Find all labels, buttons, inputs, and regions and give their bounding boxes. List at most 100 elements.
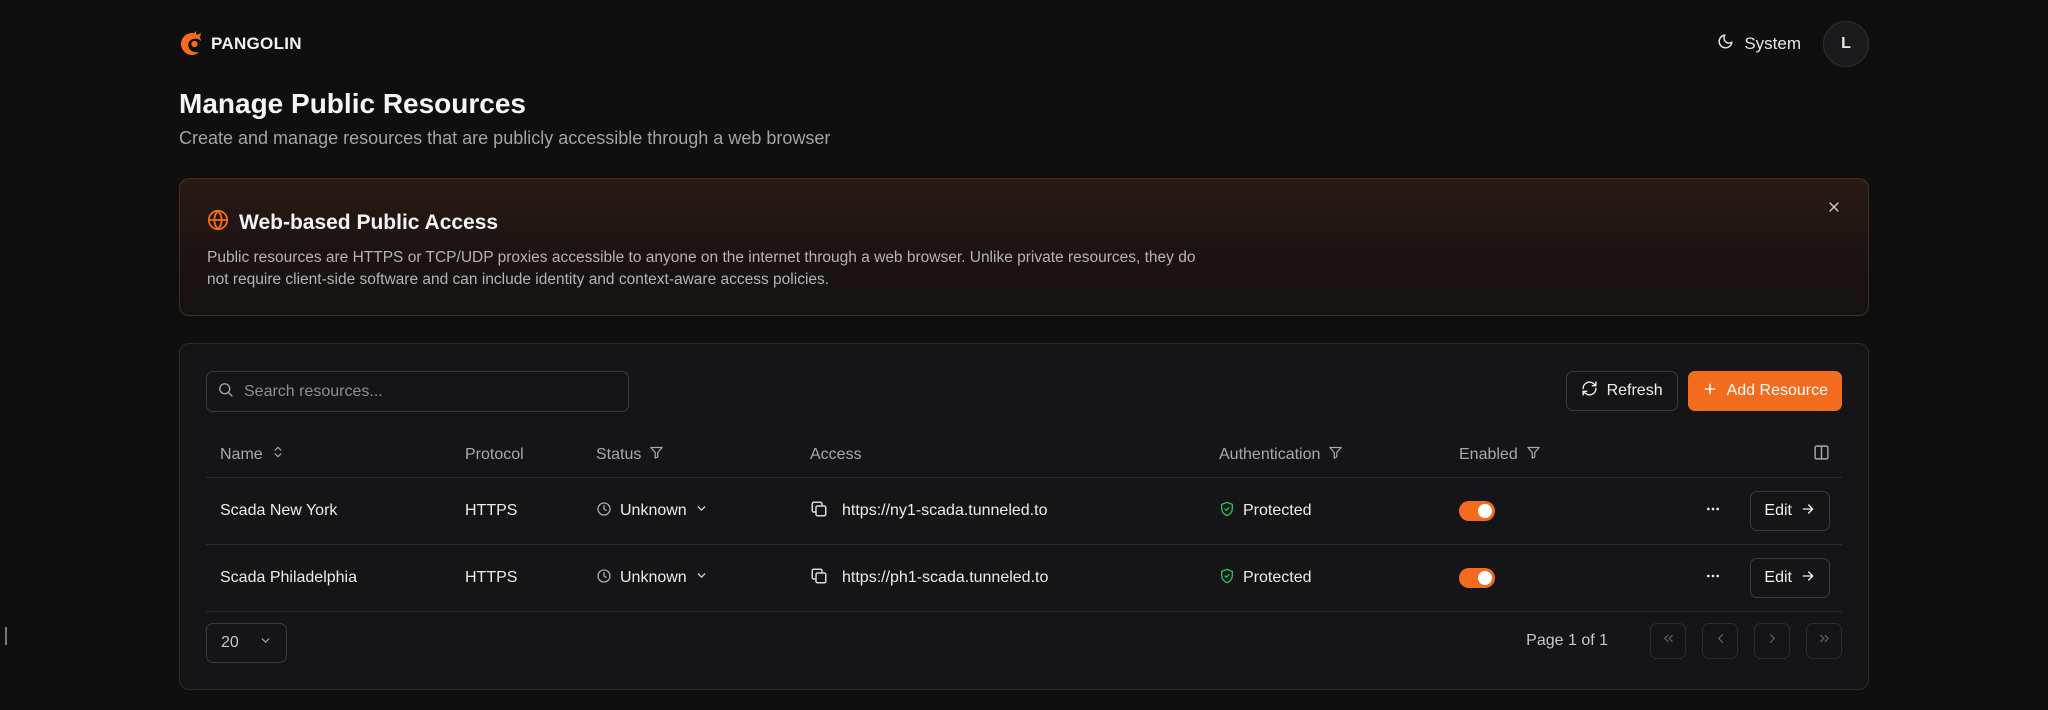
info-banner: Web-based Public Access Public resources… bbox=[179, 178, 1869, 316]
table-row[interactable]: Scada Philadelphia HTTPS Unknown https:/ bbox=[206, 545, 1842, 612]
column-header-name[interactable]: Name bbox=[220, 445, 285, 464]
chevron-down-icon bbox=[695, 502, 708, 520]
edit-label: Edit bbox=[1764, 502, 1792, 519]
filter-icon[interactable] bbox=[1328, 445, 1343, 465]
brand-logo[interactable]: PANGOLIN bbox=[179, 31, 302, 57]
column-label: Access bbox=[810, 445, 862, 463]
page-indicator: Page 1 of 1 bbox=[1526, 632, 1608, 649]
add-resource-label: Add Resource bbox=[1726, 382, 1828, 399]
edit-label: Edit bbox=[1764, 569, 1792, 586]
ellipsis-icon bbox=[1705, 501, 1721, 522]
table-toolbar: Refresh Add Resource bbox=[1565, 371, 1842, 411]
column-label: Protocol bbox=[465, 445, 524, 463]
refresh-button[interactable]: Refresh bbox=[1565, 371, 1678, 411]
column-visibility-button[interactable] bbox=[1813, 444, 1830, 466]
moon-icon bbox=[1717, 33, 1734, 55]
text-cursor bbox=[5, 627, 7, 645]
previous-page-button[interactable] bbox=[1702, 623, 1738, 659]
ellipsis-icon bbox=[1705, 568, 1721, 589]
chevron-down-icon bbox=[695, 569, 708, 587]
chevron-left-icon bbox=[1713, 631, 1728, 651]
pangolin-logo-icon bbox=[179, 31, 205, 57]
page-title: Manage Public Resources bbox=[179, 88, 527, 119]
column-label: Status bbox=[596, 445, 642, 463]
copy-icon[interactable] bbox=[810, 567, 828, 590]
first-page-button[interactable] bbox=[1650, 623, 1686, 659]
status-dropdown[interactable]: Unknown bbox=[596, 568, 708, 589]
more-actions-button[interactable] bbox=[1698, 563, 1728, 593]
add-resource-button[interactable]: Add Resource bbox=[1687, 371, 1842, 411]
search-input[interactable] bbox=[244, 382, 624, 401]
shield-check-icon bbox=[1219, 501, 1235, 522]
banner-text: Public resources are HTTPS or TCP/UDP pr… bbox=[207, 249, 1196, 288]
arrow-right-icon bbox=[1800, 568, 1816, 589]
page-subtitle: Create and manage resources that are pub… bbox=[179, 128, 831, 148]
resource-protocol: HTTPS bbox=[465, 502, 518, 519]
last-page-button[interactable] bbox=[1806, 623, 1842, 659]
shield-check-icon bbox=[1219, 568, 1235, 589]
resources-table: Name Protocol Status Access Authenticati… bbox=[206, 432, 1842, 612]
column-header-protocol: Protocol bbox=[465, 446, 524, 464]
sort-icon bbox=[271, 445, 285, 464]
access-cell: https://ny1-scada.tunneled.to bbox=[810, 500, 1047, 523]
toggle-switch[interactable] bbox=[1459, 501, 1495, 521]
chevron-right-icon bbox=[1765, 631, 1780, 651]
auth-label: Protected bbox=[1243, 569, 1312, 586]
chevron-down-icon bbox=[259, 634, 272, 652]
plus-icon bbox=[1702, 381, 1718, 402]
edit-button[interactable]: Edit bbox=[1750, 491, 1830, 531]
resource-protocol: HTTPS bbox=[465, 569, 518, 586]
access-url[interactable]: https://ny1-scada.tunneled.to bbox=[842, 502, 1047, 520]
page-size-select[interactable]: 20 bbox=[206, 623, 287, 663]
banner-close-button[interactable] bbox=[1822, 197, 1846, 221]
resources-card: Refresh Add Resource Name Protocol bbox=[179, 343, 1869, 690]
user-avatar[interactable]: L bbox=[1823, 21, 1869, 67]
banner-header: Web-based Public Access bbox=[207, 209, 498, 236]
top-bar: PANGOLIN System L bbox=[179, 20, 1869, 68]
refresh-icon bbox=[1581, 380, 1598, 402]
page: PANGOLIN System L Manage Public Resource… bbox=[0, 0, 2048, 710]
search-icon bbox=[217, 381, 234, 403]
edit-button[interactable]: Edit bbox=[1750, 558, 1830, 598]
resource-name: Scada Philadelphia bbox=[220, 569, 357, 586]
copy-icon[interactable] bbox=[810, 500, 828, 523]
column-header-authentication[interactable]: Authentication bbox=[1219, 445, 1343, 465]
column-header-status[interactable]: Status bbox=[596, 445, 664, 465]
auth-cell: Protected bbox=[1219, 568, 1311, 589]
chevrons-right-icon bbox=[1817, 631, 1832, 651]
status-dropdown[interactable]: Unknown bbox=[596, 501, 708, 522]
access-cell: https://ph1-scada.tunneled.to bbox=[810, 567, 1048, 590]
brand-name: PANGOLIN bbox=[211, 34, 302, 53]
access-url[interactable]: https://ph1-scada.tunneled.to bbox=[842, 569, 1048, 587]
column-label: Name bbox=[220, 445, 263, 463]
auth-label: Protected bbox=[1243, 502, 1312, 519]
globe-icon bbox=[207, 209, 229, 236]
clock-icon bbox=[596, 568, 612, 589]
more-actions-button[interactable] bbox=[1698, 496, 1728, 526]
table-header-row: Name Protocol Status Access Authenticati… bbox=[206, 432, 1842, 478]
theme-label: System bbox=[1744, 34, 1801, 53]
filter-icon[interactable] bbox=[649, 445, 664, 465]
chevrons-left-icon bbox=[1661, 631, 1676, 651]
close-icon bbox=[1826, 199, 1842, 220]
column-header-enabled[interactable]: Enabled bbox=[1459, 445, 1541, 465]
clock-icon bbox=[596, 501, 612, 522]
status-label: Unknown bbox=[620, 569, 687, 586]
column-label: Enabled bbox=[1459, 445, 1518, 463]
status-label: Unknown bbox=[620, 502, 687, 519]
arrow-right-icon bbox=[1800, 501, 1816, 522]
enabled-toggle[interactable] bbox=[1459, 568, 1495, 588]
theme-toggle[interactable]: System bbox=[1717, 33, 1801, 55]
columns-icon bbox=[1813, 444, 1830, 466]
enabled-toggle[interactable] bbox=[1459, 501, 1495, 521]
page-size-value: 20 bbox=[221, 634, 239, 651]
search-box bbox=[206, 371, 629, 412]
next-page-button[interactable] bbox=[1754, 623, 1790, 659]
row-actions: Edit bbox=[1698, 491, 1830, 531]
filter-icon[interactable] bbox=[1526, 445, 1541, 465]
toggle-switch[interactable] bbox=[1459, 568, 1495, 588]
column-label: Authentication bbox=[1219, 445, 1321, 463]
refresh-label: Refresh bbox=[1606, 382, 1663, 399]
table-row[interactable]: Scada New York HTTPS Unknown https://ny1 bbox=[206, 478, 1842, 545]
column-header-access: Access bbox=[810, 446, 862, 464]
